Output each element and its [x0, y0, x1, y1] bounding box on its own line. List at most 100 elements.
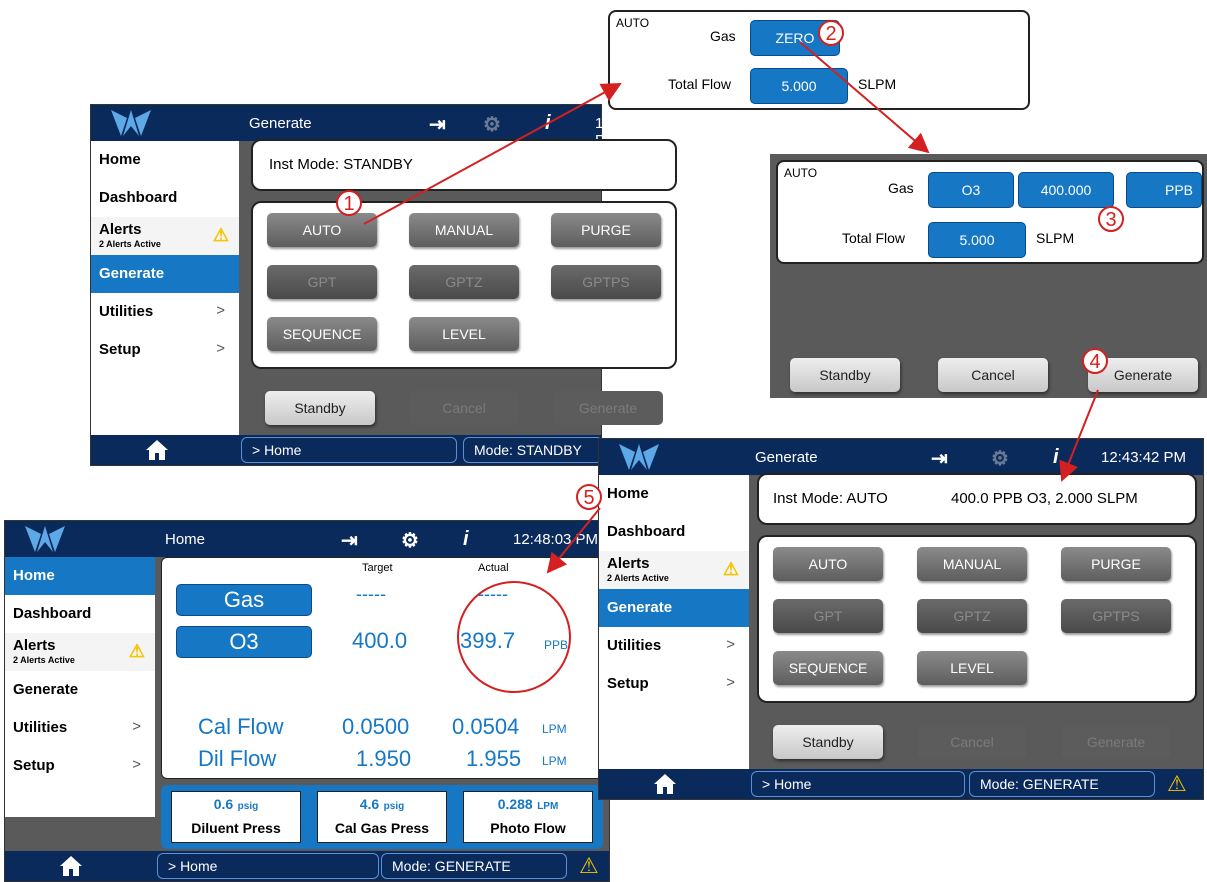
warning-icon: ⚠: [128, 641, 145, 661]
gas-label: Gas: [888, 180, 914, 196]
info-icon[interactable]: i: [545, 112, 551, 135]
chevron-right-icon: >: [726, 636, 735, 653]
auto-button[interactable]: AUTO: [773, 547, 883, 581]
warning-icon: ⚠: [212, 225, 229, 245]
home-icon[interactable]: [59, 855, 83, 877]
sidebar-item-utilities[interactable]: Utilities >: [5, 709, 155, 747]
concentration-field[interactable]: 400.000: [1018, 172, 1114, 208]
auto-button[interactable]: AUTO: [267, 213, 377, 247]
home-icon[interactable]: [653, 773, 677, 795]
standby-button[interactable]: Standby: [773, 725, 883, 759]
total-flow-label: Total Flow: [842, 230, 906, 246]
dil-flow-actual: 1.955: [466, 746, 522, 771]
gear-icon[interactable]: ⚙: [991, 446, 1009, 471]
gas-name-selector[interactable]: O3: [176, 626, 312, 658]
standby-button[interactable]: Standby: [790, 358, 900, 392]
gpt-button[interactable]: GPT: [773, 599, 883, 633]
cal-gas-press-gauge: 4.6 psig Cal Gas Press: [317, 791, 447, 843]
sidebar-item-alerts[interactable]: Alerts 2 Alerts Active ⚠: [5, 633, 155, 671]
unit-selector[interactable]: PPB: [1126, 172, 1202, 208]
bottom-bar: > Home Mode: GENERATE ⚠: [599, 769, 1203, 799]
sidebar-item-generate[interactable]: Generate: [5, 671, 155, 709]
sidebar-item-utilities[interactable]: Utilities >: [91, 293, 239, 331]
highlight-circle: [457, 581, 571, 693]
home-icon[interactable]: [145, 439, 169, 461]
standby-button[interactable]: Standby: [265, 391, 375, 425]
exit-icon[interactable]: ⇥: [429, 112, 446, 137]
o3-target: 400.0: [352, 628, 408, 653]
photo-flow-gauge: 0.288 LPM Photo Flow: [463, 791, 593, 843]
gas-label: Gas: [710, 28, 736, 44]
exit-icon[interactable]: ⇥: [341, 528, 358, 553]
exit-icon[interactable]: ⇥: [931, 446, 948, 471]
sidebar-item-dashboard[interactable]: Dashboard: [599, 513, 749, 551]
gas-selector[interactable]: O3: [928, 172, 1014, 208]
sidebar-item-setup[interactable]: Setup >: [5, 747, 155, 785]
breadcrumb[interactable]: > Home: [241, 437, 457, 463]
diluent-press-value: 0.6: [213, 796, 234, 812]
gptps-button[interactable]: GPTPS: [551, 265, 661, 299]
cancel-button[interactable]: Cancel: [938, 358, 1048, 392]
breadcrumb[interactable]: > Home: [751, 771, 965, 797]
dil-flow-label: Dil Flow: [198, 746, 277, 771]
gptps-button[interactable]: GPTPS: [1061, 599, 1171, 633]
dashboard-area: Target Actual Gas ----- ----- O3 400.0 3…: [161, 557, 603, 779]
sidebar-item-setup[interactable]: Setup >: [599, 665, 749, 703]
purge-button[interactable]: PURGE: [1061, 547, 1171, 581]
gpt-button[interactable]: GPT: [267, 265, 377, 299]
info-icon[interactable]: i: [463, 528, 469, 551]
photo-flow-value: 0.288: [497, 796, 533, 812]
col-target-header: Target: [362, 562, 393, 574]
utilities-label: Utilities: [99, 303, 154, 320]
sidebar-item-setup[interactable]: Setup >: [91, 331, 239, 369]
sidebar-item-generate[interactable]: Generate: [91, 255, 239, 293]
sidebar-item-dashboard[interactable]: Dashboard: [5, 595, 155, 633]
sidebar-item-alerts[interactable]: Alerts 2 Alerts Active ⚠: [599, 551, 749, 589]
cancel-button[interactable]: Cancel: [917, 725, 1027, 759]
total-flow-field[interactable]: 5.000: [928, 222, 1026, 258]
level-button[interactable]: LEVEL: [409, 317, 519, 351]
gptz-button[interactable]: GPTZ: [409, 265, 519, 299]
sidebar: Home Dashboard Alerts 2 Alerts Active ⚠ …: [91, 141, 239, 437]
breadcrumb[interactable]: > Home: [157, 853, 379, 879]
cancel-button[interactable]: Cancel: [409, 391, 519, 425]
screen-standby: Generate ⇥ ⚙ i 12:07:41 PM Home Dashboar…: [90, 104, 677, 466]
alerts-count: 2 Alerts Active: [99, 239, 161, 249]
gptz-button[interactable]: GPTZ: [917, 599, 1027, 633]
teledyne-logo: [5, 521, 153, 557]
sidebar-item-utilities[interactable]: Utilities >: [599, 627, 749, 665]
sequence-button[interactable]: SEQUENCE: [773, 651, 883, 685]
gas-selector[interactable]: Gas: [176, 584, 312, 616]
sidebar: Home Dashboard Alerts 2 Alerts Active ⚠ …: [599, 475, 749, 771]
generate-button[interactable]: Generate: [1061, 725, 1171, 759]
sequence-button[interactable]: SEQUENCE: [267, 317, 377, 351]
sidebar-item-home[interactable]: Home: [91, 141, 239, 179]
alerts-label: Alerts: [607, 555, 650, 572]
purge-button[interactable]: PURGE: [551, 213, 661, 247]
clock: 12:43:42 PM: [1101, 449, 1187, 466]
sidebar-item-generate[interactable]: Generate: [599, 589, 749, 627]
teledyne-logo: [91, 105, 239, 141]
gear-icon[interactable]: ⚙: [401, 528, 419, 553]
gear-icon[interactable]: ⚙: [483, 112, 501, 137]
teledyne-logo: [599, 439, 747, 475]
manual-button[interactable]: MANUAL: [409, 213, 519, 247]
inst-mode-detail: 400.0 PPB O3, 2.000 SLPM: [951, 490, 1138, 507]
generate-button[interactable]: Generate: [553, 391, 663, 425]
diluent-press-unit: psig: [237, 801, 259, 812]
cal-flow-target: 0.0500: [342, 714, 410, 739]
sidebar-item-home[interactable]: Home: [599, 475, 749, 513]
cal-gas-press-label: Cal Gas Press: [334, 820, 430, 836]
mode-buttons-panel: AUTO MANUAL PURGE GPT GPTZ GPTPS SEQUENC…: [757, 535, 1197, 703]
auto-popup-o3: AUTO Gas O3 400.000 PPB Total Flow 5.000…: [770, 154, 1207, 398]
manual-button[interactable]: MANUAL: [917, 547, 1027, 581]
screen-home: Home ⇥ ⚙ i 12:48:03 PM Home Dashboard Al…: [4, 520, 610, 882]
sidebar-item-alerts[interactable]: Alerts 2 Alerts Active ⚠: [91, 217, 239, 255]
sidebar-item-dashboard[interactable]: Dashboard: [91, 179, 239, 217]
setup-label: Setup: [607, 675, 649, 692]
total-flow-field[interactable]: 5.000: [750, 68, 848, 104]
info-icon[interactable]: i: [1053, 446, 1059, 469]
sidebar-item-home[interactable]: Home: [5, 557, 155, 595]
level-button[interactable]: LEVEL: [917, 651, 1027, 685]
auto-popup-zero: AUTO Gas ZERO Total Flow 5.000 SLPM: [608, 10, 1030, 110]
